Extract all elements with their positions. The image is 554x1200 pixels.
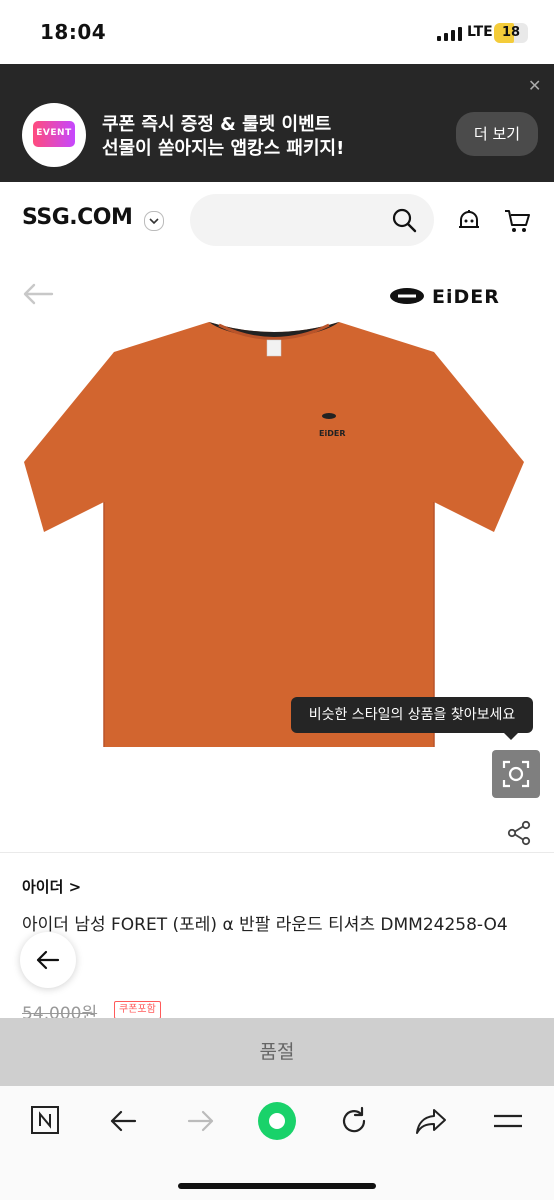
close-icon[interactable]: ✕ [528,76,541,95]
event-badge-label: EVENT [36,128,72,138]
sold-out-button: 품절 [0,1018,554,1086]
home-icon[interactable] [257,1101,297,1141]
signal-icon [437,27,462,41]
tooltip-pointer [504,733,518,740]
status-time: 18:04 [40,20,107,44]
chevron-down-icon[interactable] [144,211,164,231]
section-divider [0,852,554,853]
back-icon[interactable] [108,1107,138,1135]
back-arrow-icon [36,950,60,970]
promo-more-button[interactable]: 더 보기 [456,112,538,156]
battery-icon: 18 [494,23,528,43]
brand-link[interactable]: 아이더 > [22,876,81,897]
promo-subheadline: 선물이 쏟아지는 앱캉스 패키지! [102,138,345,159]
svg-text:EiDER: EiDER [432,286,500,308]
eider-logo: EiDER [390,286,500,308]
menu-icon[interactable] [493,1110,523,1132]
battery-percent: 18 [501,25,521,40]
similar-style-tooltip: 비슷한 스타일의 상품을 찾아보세요 [291,697,533,733]
cart-icon[interactable] [502,206,532,236]
event-ticket-badge: EVENT [33,121,75,147]
visual-search-button[interactable] [492,750,540,798]
forward-icon[interactable] [186,1107,216,1135]
reload-icon[interactable] [338,1105,370,1137]
tabs-icon[interactable] [31,1106,59,1134]
share-icon[interactable] [414,1106,448,1136]
ssg-logo[interactable]: SSG.COM [22,205,133,230]
floating-back-button[interactable] [20,932,76,988]
home-indicator [178,1183,376,1189]
search-icon[interactable] [391,207,417,233]
camera-scan-icon [502,760,530,788]
svg-text:EiDER: EiDER [319,429,345,438]
promo-headline: 쿠폰 즉시 증정 & 룰렛 이벤트 [102,114,332,135]
product-image-tshirt: EiDER [24,322,524,747]
bot-icon[interactable] [455,207,483,235]
back-arrow-icon[interactable] [22,282,54,306]
share-icon[interactable] [507,820,531,846]
product-title: 아이더 남성 FORET (포레) α 반팔 라운드 티셔츠 DMM24258-… [22,915,508,935]
coupon-included-badge: 쿠폰포함 [114,1001,161,1019]
network-label: LTE [467,24,493,40]
